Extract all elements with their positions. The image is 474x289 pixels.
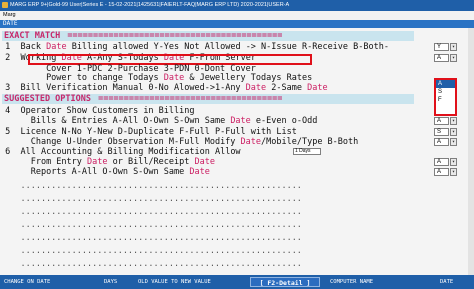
working-date-dropdown-list[interactable]: A S F <box>434 78 457 116</box>
empty-row: ........................................… <box>0 220 302 230</box>
section-suggested-options: SUGGESTED OPTIONS ======================… <box>2 94 414 104</box>
chevron-down-icon[interactable]: ▾ <box>450 128 457 136</box>
empty-row: ........................................… <box>0 194 302 204</box>
footer-date: DATE <box>440 279 454 285</box>
app-icon <box>2 2 8 8</box>
bills-entries-value[interactable]: A <box>434 117 449 125</box>
option-bills-entries: Bills & Entries A-All O-Own S-Own Same D… <box>30 116 318 126</box>
chevron-down-icon[interactable]: ▾ <box>450 168 457 176</box>
option-all-accounting: 6 All Accounting & Billing Modification … <box>5 147 241 157</box>
window-titlebar: MARG ERP 9+|Gold-99 User|Series E - 15-0… <box>0 0 474 11</box>
reports-value[interactable]: A <box>434 168 449 176</box>
dropdown-option[interactable]: A <box>436 80 455 88</box>
from-entry-value[interactable]: A <box>434 158 449 166</box>
chevron-down-icon[interactable]: ▾ <box>450 43 457 51</box>
option-back-date: 1 Back Date Billing allowed Y-Yes Not Al… <box>5 42 389 52</box>
back-date-value[interactable]: Y <box>434 43 449 51</box>
footer-computer-name: COMPUTER NAME <box>330 279 374 285</box>
dropdown-option[interactable]: F <box>436 96 455 104</box>
option-licence: 5 Licence N-No Y-New D-Duplicate F-Full … <box>5 127 297 137</box>
footer-old-new: OLD VALUE TO NEW VALUE <box>138 279 211 285</box>
chevron-down-icon[interactable]: ▾ <box>450 54 457 62</box>
footer-bar: CHANGE ON DATE DAYS OLD VALUE TO NEW VAL… <box>0 275 474 289</box>
empty-row: ........................................… <box>0 246 302 256</box>
option-reports: Reports A-All O-Own S-Own Same Date <box>30 167 210 177</box>
empty-row: ........................................… <box>0 233 302 243</box>
screen-heading-bar: DATE <box>0 20 474 28</box>
chevron-down-icon[interactable]: ▾ <box>450 158 457 166</box>
settings-panel: EXACT MATCH ============================… <box>0 28 468 275</box>
footer-change-on-date: CHANGE ON DATE <box>4 279 51 285</box>
option-bill-verification: 3 Bill Verification Manual 0-No Alowed->… <box>5 83 328 93</box>
option-change-user: Change U-Under Observation M-Full Modify… <box>30 137 359 147</box>
screen-heading: DATE <box>3 20 18 27</box>
accounting-days-value[interactable]: 1 Days <box>293 148 321 155</box>
dropdown-option[interactable]: S <box>436 88 455 96</box>
option-from-entry: From Entry Date or Bill/Receipt Date <box>30 157 215 167</box>
footer-days: DAYS <box>104 279 118 285</box>
menu-bar: Marg <box>0 11 474 20</box>
empty-row: ........................................… <box>0 181 302 191</box>
chevron-down-icon[interactable]: ▾ <box>450 117 457 125</box>
option-operator-show: 4 Operator Show Customers in Billing <box>5 106 195 116</box>
option-power-change: Power to change Todays Date & Jewellery … <box>46 73 313 83</box>
empty-row: ........................................… <box>0 207 302 217</box>
window-title: MARG ERP 9+|Gold-99 User|Series E - 15-0… <box>10 2 290 8</box>
vertical-scrollbar[interactable] <box>468 28 474 275</box>
licence-value[interactable]: S <box>434 128 449 136</box>
working-date-value[interactable]: A <box>434 54 449 62</box>
chevron-down-icon[interactable]: ▾ <box>450 138 457 146</box>
change-user-value[interactable]: A <box>434 138 449 146</box>
f2-detail-button[interactable]: [ F2-Detail ] <box>250 277 320 287</box>
section-exact-match: EXACT MATCH ============================… <box>2 31 414 41</box>
menu-marg[interactable]: Marg <box>3 11 16 20</box>
empty-row: ........................................… <box>0 259 302 269</box>
